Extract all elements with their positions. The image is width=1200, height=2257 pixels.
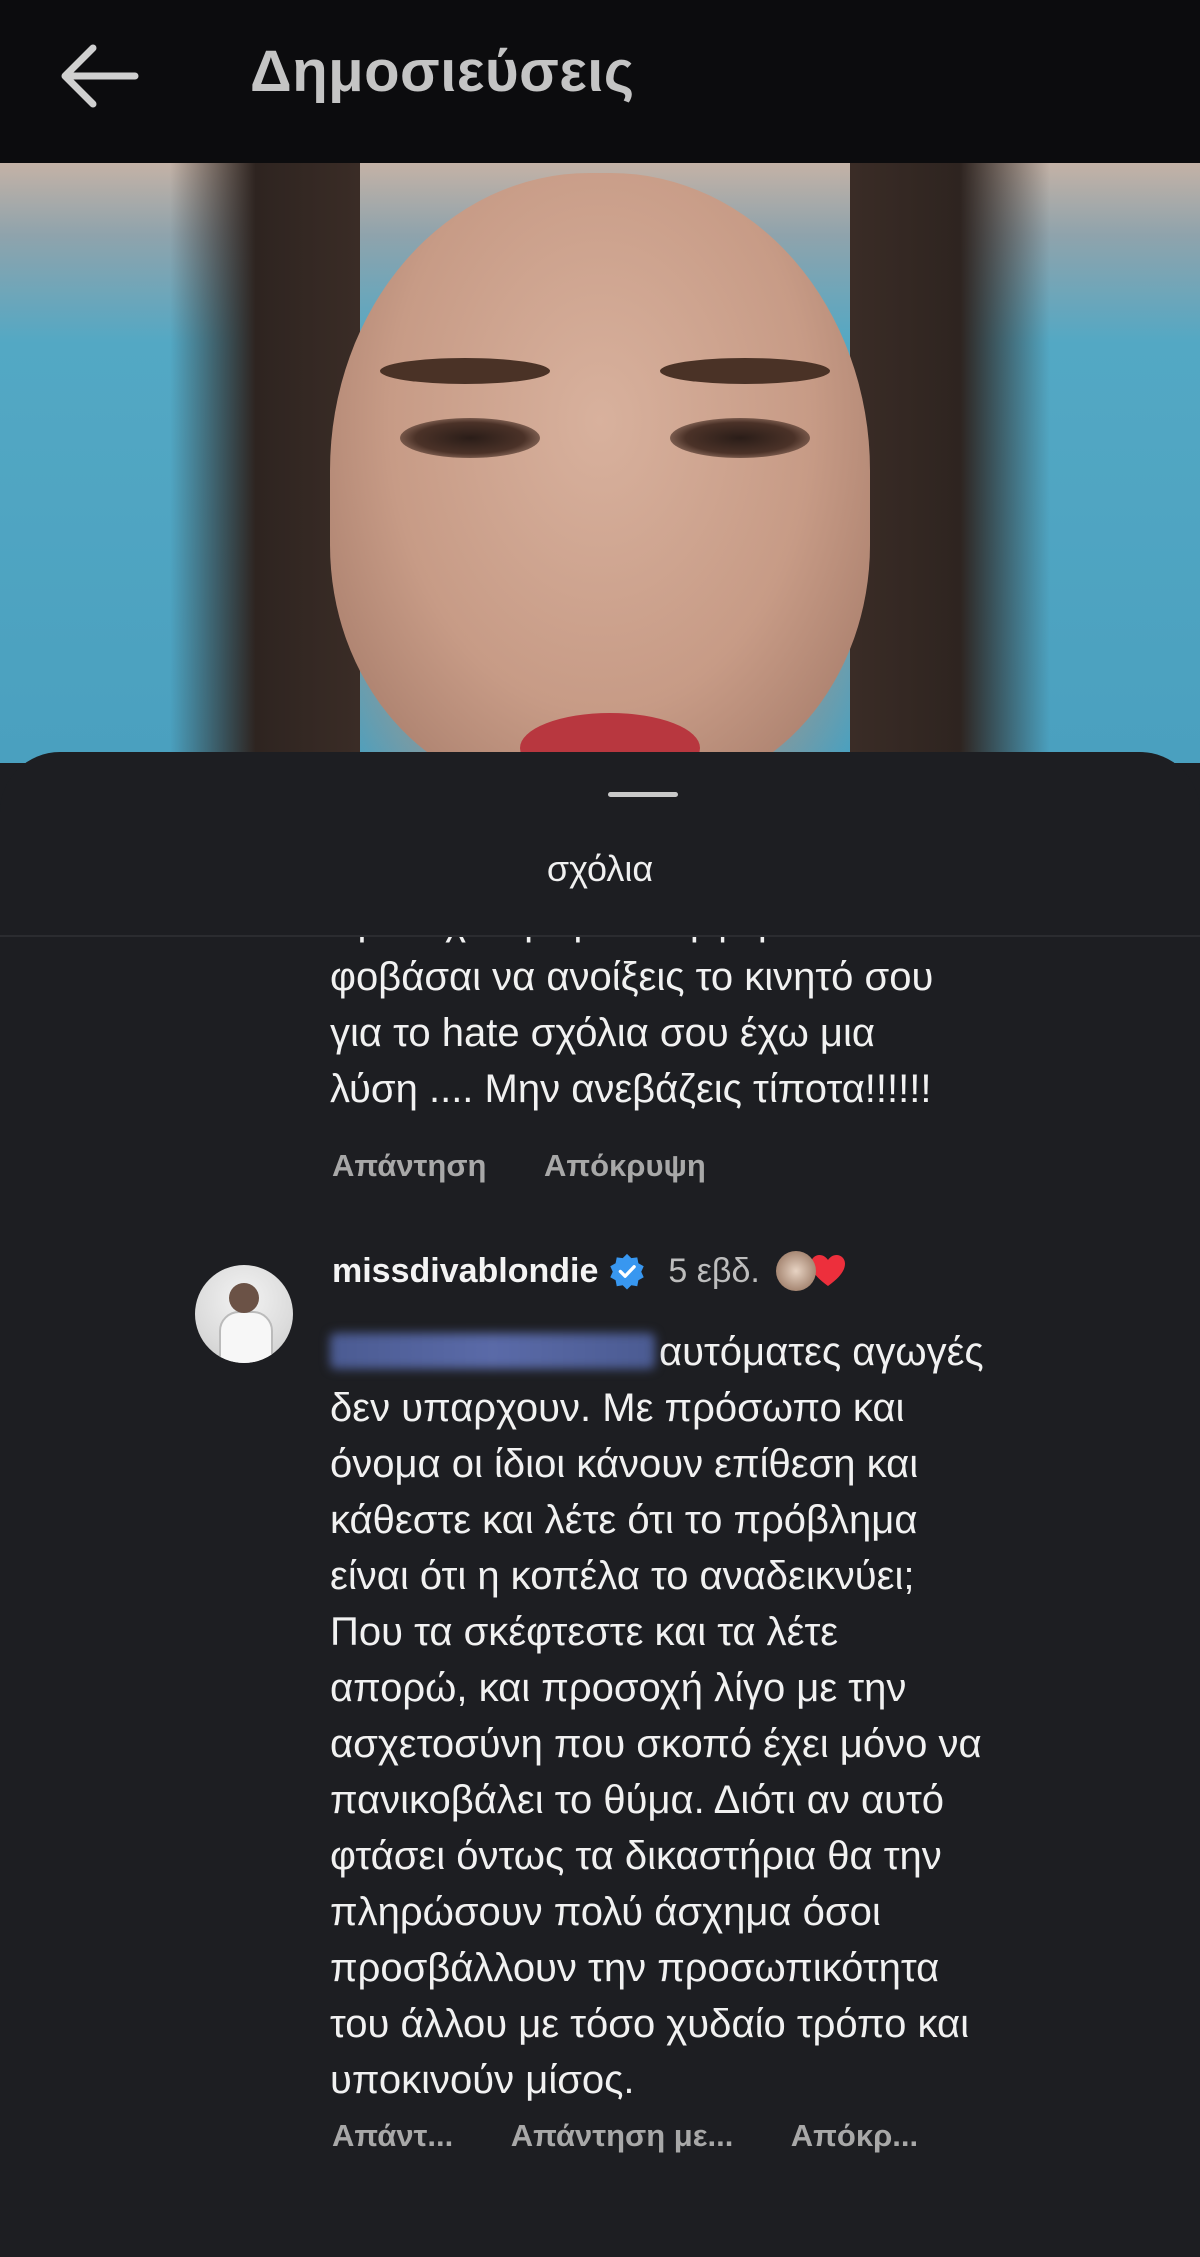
- reply-button[interactable]: Απάντηση: [332, 1148, 486, 1183]
- author-like-avatar: [775, 1251, 816, 1291]
- comment-actions: Απάντηση Απόκρυψη: [332, 1148, 756, 1184]
- page-title: Δημοσιεύσεις: [250, 39, 635, 104]
- comment-header: missdivablondie 5 εβδ.: [332, 1251, 846, 1291]
- hide-button[interactable]: Απόκρ...: [791, 2118, 918, 2153]
- hide-button[interactable]: Απόκρυψη: [544, 1148, 706, 1183]
- comment-time: 5 εβδ.: [668, 1251, 760, 1290]
- comments-list[interactable]: προσεχτική την άλλη φορά ... Αν φοβάσαι …: [0, 937, 1200, 2257]
- reply-with-button[interactable]: Απάντηση με...: [511, 2118, 734, 2153]
- sheet-title: σχόλια: [546, 848, 654, 889]
- comment-text: προσεχτική την άλλη φορά ... Αν φοβάσαι …: [330, 937, 934, 1111]
- drag-handle[interactable]: [608, 792, 678, 797]
- comment-text: αυτόματες αγωγές δεν υπαρχουν. Με πρόσωπ…: [330, 1330, 984, 2102]
- comment-actions: Απάντ... Απάντηση με... Απόκρ...: [332, 2118, 968, 2154]
- post-image[interactable]: [0, 163, 1200, 763]
- verified-badge-icon: [610, 1253, 645, 1290]
- back-arrow-icon[interactable]: [55, 40, 141, 112]
- reply-button[interactable]: Απάντ...: [332, 2118, 453, 2153]
- avatar[interactable]: [195, 1265, 293, 1363]
- username[interactable]: missdivablondie: [332, 1252, 598, 1291]
- top-bar: Δημοσιεύσεις: [0, 0, 1200, 163]
- blurred-mention: [330, 1333, 655, 1369]
